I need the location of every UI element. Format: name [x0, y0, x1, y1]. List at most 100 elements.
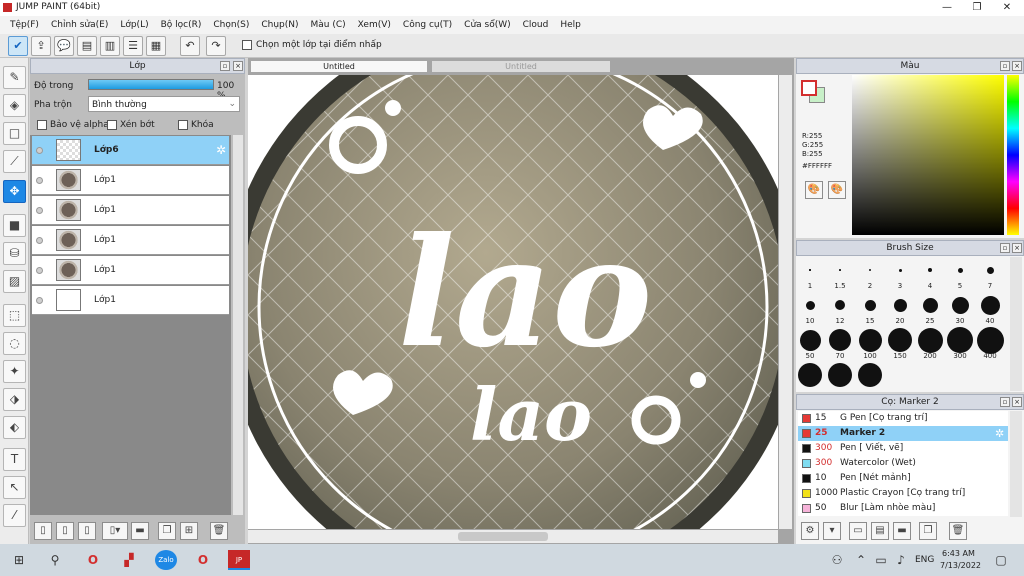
menu-help[interactable]: Help: [554, 20, 587, 30]
rect-select-icon[interactable]: ⬚: [3, 304, 26, 327]
gear-icon[interactable]: ✲: [216, 143, 226, 157]
search-icon[interactable]: ⚲: [44, 550, 66, 570]
brush-scrollbar[interactable]: [1010, 257, 1022, 391]
panel-float-icon[interactable]: ▫: [220, 61, 230, 71]
brush-size-dot[interactable]: [828, 363, 852, 387]
clock-time[interactable]: 6:43 AM: [942, 549, 975, 558]
upload-icon[interactable]: ⇪: [31, 36, 51, 56]
brush-size-dot[interactable]: [928, 268, 932, 272]
brush-item[interactable]: 15 G Pen [Cọ trang trí]: [798, 411, 1008, 426]
close-button[interactable]: ✕: [992, 0, 1022, 16]
panel-close-icon[interactable]: ×: [233, 61, 243, 71]
network-icon[interactable]: ▭: [870, 550, 892, 570]
brush-size-dot[interactable]: [980, 295, 1000, 315]
brush-size-dot[interactable]: [799, 329, 821, 351]
protect-alpha-checkbox[interactable]: [37, 120, 47, 130]
check-icon[interactable]: ✔: [8, 36, 28, 56]
eyedropper-tool-icon[interactable]: ⁄: [3, 504, 26, 527]
language-indicator[interactable]: ENG: [915, 555, 934, 565]
brush-size-dot[interactable]: [947, 327, 973, 353]
maximize-button[interactable]: ❐: [962, 0, 992, 16]
brush-list-scrollbar[interactable]: [1010, 411, 1022, 517]
windows-start-icon[interactable]: ⊞: [8, 550, 30, 570]
brush-size-dot[interactable]: [893, 298, 907, 312]
panel-float-icon[interactable]: ▫: [1000, 61, 1010, 71]
brush-size-dot[interactable]: [986, 266, 994, 274]
opera-icon[interactable]: O: [82, 550, 104, 570]
menu-filter[interactable]: Bộ lọc(R): [155, 20, 208, 30]
layer-row[interactable]: Lớp6 ✲: [32, 136, 229, 165]
brush-item[interactable]: 25 Marker 2 ✲: [798, 426, 1008, 441]
app-grid-icon[interactable]: ▞: [118, 550, 140, 570]
move-tool-icon[interactable]: ✥: [3, 180, 26, 203]
layer-row[interactable]: Lớp1: [32, 166, 229, 195]
zalo-icon[interactable]: Zalo: [155, 550, 177, 570]
brush-size-dot[interactable]: [951, 296, 969, 314]
opacity-slider[interactable]: [88, 79, 214, 90]
menu-select[interactable]: Chọn(S): [207, 20, 255, 30]
brush-size-dot[interactable]: [858, 363, 882, 387]
saturation-value-picker[interactable]: [852, 75, 1004, 235]
gear-icon[interactable]: ✲: [995, 426, 1004, 441]
bucket-tool-icon[interactable]: ⛁: [3, 242, 26, 265]
brush-size-dot[interactable]: [976, 326, 1004, 354]
copy-brush-icon[interactable]: ▭: [849, 522, 867, 540]
new-8bit-layer-icon[interactable]: ▯: [56, 522, 74, 540]
eraser-tool-icon[interactable]: ◈: [3, 94, 26, 117]
tab-untitled-active[interactable]: Untitled: [250, 60, 428, 73]
brush-size-dot[interactable]: [922, 297, 938, 313]
menu-edit[interactable]: Chỉnh sửa(E): [45, 20, 114, 30]
document-canvas[interactable]: lao lao: [248, 75, 778, 529]
canvas-vscroll[interactable]: [779, 75, 792, 529]
visibility-toggle[interactable]: [36, 297, 43, 304]
trash-icon[interactable]: 🗑: [949, 522, 967, 540]
notification-icon[interactable]: ▢: [990, 550, 1012, 570]
layer-scrollbar[interactable]: [233, 135, 243, 515]
rectangle-tool-icon[interactable]: □: [3, 122, 26, 145]
menu-window[interactable]: Cửa sổ(W): [458, 20, 516, 30]
brush-item[interactable]: 300 Pen [ Viết, vẽ]: [798, 441, 1008, 456]
blend-select[interactable]: Bình thường ⌄: [88, 96, 240, 112]
panel-close-icon[interactable]: ×: [1012, 243, 1022, 253]
magic-wand-icon[interactable]: ✦: [3, 360, 26, 383]
line-tool-icon[interactable]: ⟋: [3, 150, 26, 173]
brush-info-icon[interactable]: ▤: [871, 522, 889, 540]
clip-checkbox[interactable]: [107, 120, 117, 130]
text-tool-icon[interactable]: T: [3, 448, 26, 471]
brush-size-dot[interactable]: [805, 300, 815, 310]
brush-size-dot[interactable]: [829, 329, 851, 351]
brush-item[interactable]: 1000 Plastic Crayon [Cọ trang trí]: [798, 486, 1008, 501]
fill-rect-tool-icon[interactable]: ■: [3, 214, 26, 237]
add-layer-dropdown[interactable]: ▯▾: [102, 522, 128, 540]
select-pen-icon[interactable]: ⬗: [3, 388, 26, 411]
layer-row[interactable]: Lớp1: [32, 286, 229, 315]
pick-layer-checkbox[interactable]: [242, 40, 252, 50]
menu-color[interactable]: Màu (C): [305, 20, 352, 30]
menu-view[interactable]: Xem(V): [352, 20, 397, 30]
redo-icon[interactable]: ↷: [206, 36, 226, 56]
chevron-up-icon[interactable]: ⌃: [850, 550, 872, 570]
brush-size-dot[interactable]: [957, 267, 963, 273]
new-1bit-layer-icon[interactable]: ▯: [78, 522, 96, 540]
menu-cloud[interactable]: Cloud: [517, 20, 555, 30]
brush-item[interactable]: 10 Pen [Nét mảnh]: [798, 471, 1008, 486]
brush-item[interactable]: 300 Watercolor (Wet): [798, 456, 1008, 471]
operation-tool-icon[interactable]: ↖: [3, 476, 26, 499]
menu-layer[interactable]: Lớp(L): [114, 20, 154, 30]
volume-icon[interactable]: ♪: [890, 550, 912, 570]
canvas-hscroll[interactable]: [248, 530, 778, 543]
brush-size-dot[interactable]: [917, 327, 943, 353]
lock-checkbox[interactable]: [178, 120, 188, 130]
new-layer-icon[interactable]: ▯: [34, 522, 52, 540]
merge-icon[interactable]: ⊞: [180, 522, 198, 540]
brush-size-dot[interactable]: [809, 269, 811, 271]
brush-size-dot[interactable]: [858, 328, 882, 352]
menu-capture[interactable]: Chụp(N): [255, 20, 304, 30]
palette-icon[interactable]: 🎨: [805, 181, 823, 199]
panel-float-icon[interactable]: ▫: [1000, 243, 1010, 253]
trash-icon[interactable]: 🗑: [210, 522, 228, 540]
undo-icon[interactable]: ↶: [180, 36, 200, 56]
people-icon[interactable]: ⚇: [826, 550, 848, 570]
speech-bubble-icon[interactable]: 💬: [54, 36, 74, 56]
folder-icon[interactable]: ▬: [131, 522, 149, 540]
